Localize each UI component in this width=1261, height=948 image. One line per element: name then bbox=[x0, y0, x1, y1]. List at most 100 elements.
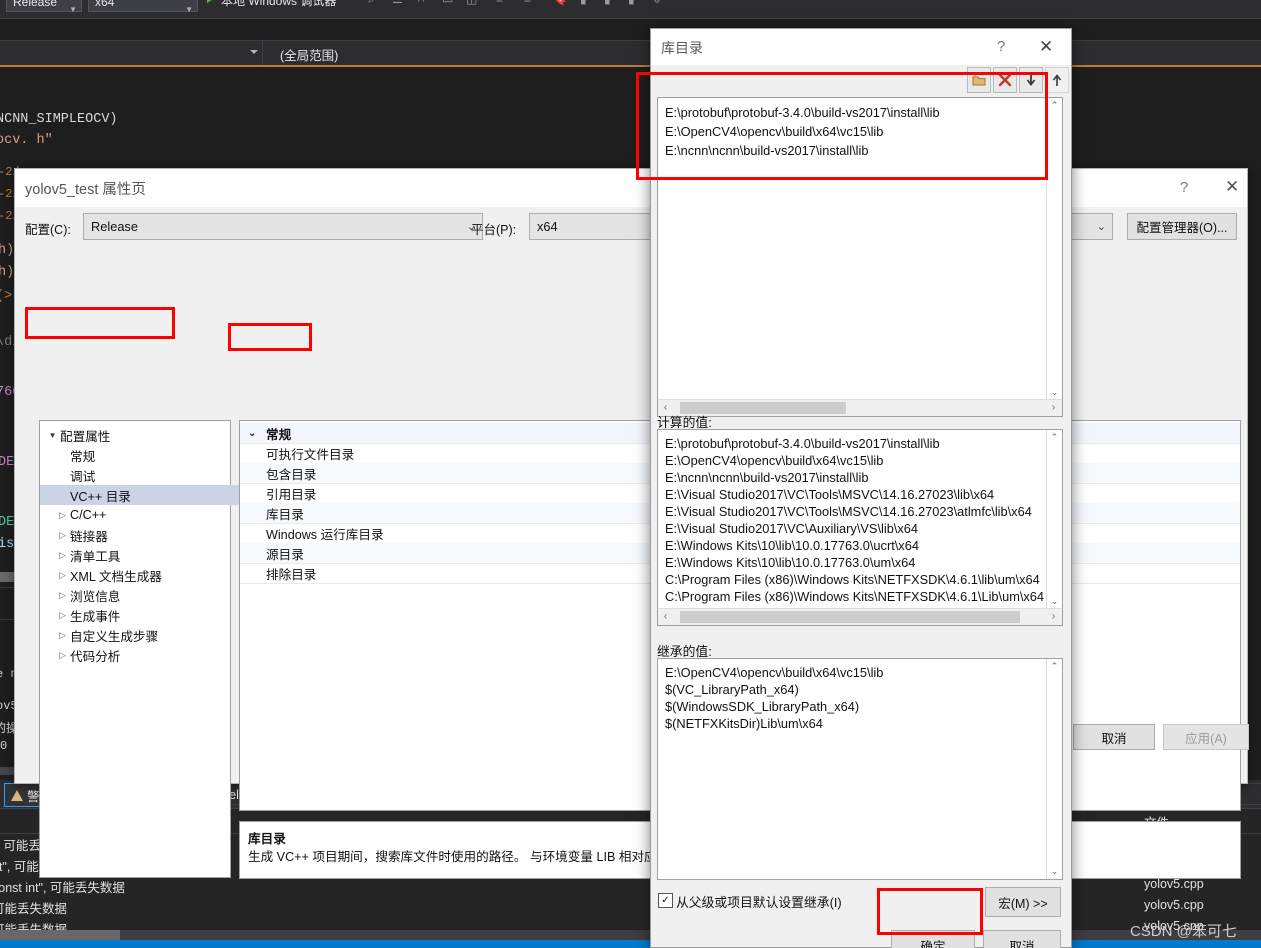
scroll-up-icon[interactable]: ⌃ bbox=[1047, 98, 1062, 113]
platform-toolbar-combo[interactable]: x64 ▼ bbox=[88, 0, 198, 14]
list-item: E:\OpenCV4\opencv\build\x64\vc15\lib bbox=[665, 453, 884, 468]
tree-item-custom-build-step[interactable]: ▷ 自定义生成步骤 bbox=[40, 625, 248, 645]
scroll-thumb[interactable] bbox=[680, 611, 1020, 623]
ok-button[interactable]: 确定 bbox=[891, 930, 975, 948]
scroll-left-icon[interactable]: ‹ bbox=[658, 609, 673, 624]
chevron-down-icon: ▼ bbox=[69, 5, 77, 14]
help-icon[interactable]: ? bbox=[997, 38, 1005, 55]
scroll-down-icon[interactable]: ⌄ bbox=[1047, 594, 1062, 609]
tree-item-xml-doc-generator[interactable]: ▷ XML 文档生成器 bbox=[40, 565, 248, 585]
code-fragment: is bbox=[0, 537, 15, 552]
bookmark-prev-icon[interactable]: ▮ bbox=[604, 0, 611, 6]
computed-vscrollbar[interactable]: ⌃ ⌄ bbox=[1046, 430, 1062, 625]
tree-item-label: VC++ 目录 bbox=[70, 489, 131, 504]
more-toolbar-icon[interactable]: ⇩ bbox=[652, 0, 662, 6]
window-icon[interactable]: ▭ bbox=[442, 0, 453, 6]
indent-icon[interactable]: ≡ bbox=[496, 0, 503, 6]
entries-hscrollbar[interactable]: ‹ › bbox=[658, 399, 1062, 416]
scroll-down-icon[interactable]: ⌄ bbox=[1047, 864, 1062, 879]
split-icon[interactable]: ◫ bbox=[466, 0, 477, 6]
list-icon[interactable]: ☰ bbox=[392, 0, 403, 6]
inherit-checkbox-label: 从父级或项目默认设置继承(I) bbox=[676, 895, 842, 910]
tree-item-label: 生成事件 bbox=[70, 609, 121, 624]
bookmark-icon[interactable]: 🔖 bbox=[552, 0, 567, 6]
tree-item-general[interactable]: 常规 bbox=[40, 445, 260, 465]
grid-row-name: 常规 bbox=[266, 427, 292, 442]
library-dialog-toolbar bbox=[657, 67, 1069, 95]
apply-button[interactable]: 应用(A) bbox=[1163, 724, 1249, 750]
cancel-button[interactable]: 取消 bbox=[983, 930, 1061, 948]
bookmark-clear-icon[interactable]: ▮ bbox=[628, 0, 635, 6]
dots-icon[interactable]: ⁙ bbox=[416, 0, 426, 6]
tree-item-label: 清单工具 bbox=[70, 549, 121, 564]
code-fragment: h) bbox=[0, 265, 15, 280]
tree-item-label: 链接器 bbox=[70, 529, 108, 544]
config-toolbar-combo[interactable]: Release ▼ bbox=[6, 0, 82, 14]
tree-item-browse-information[interactable]: ▷ 浏览信息 bbox=[40, 585, 248, 605]
bookmark-next-icon[interactable]: ▮ bbox=[580, 0, 587, 6]
inherited-values-list[interactable]: E:\OpenCV4\opencv\build\x64\vc15\lib $(V… bbox=[657, 658, 1063, 880]
macro-button[interactable]: 宏(M) >> bbox=[985, 887, 1061, 917]
list-item[interactable]: E:\ncnn\ncnn\build-vs2017\install\lib bbox=[665, 143, 868, 158]
tree-item-c-cpp[interactable]: ▷ C/C++ bbox=[40, 505, 248, 525]
arrow-down-glyph bbox=[1026, 74, 1036, 86]
scroll-up-icon[interactable]: ⌃ bbox=[1047, 659, 1062, 674]
list-item[interactable]: E:\protobuf\protobuf-3.4.0\build-vs2017\… bbox=[665, 105, 940, 120]
config-manager-button[interactable]: 配置管理器(O)... bbox=[1127, 213, 1237, 240]
close-icon[interactable]: ✕ bbox=[1039, 37, 1053, 57]
error-file: yolov5.cpp bbox=[1144, 898, 1204, 912]
tree-item-linker[interactable]: ▷ 链接器 bbox=[40, 525, 248, 545]
scroll-right-icon[interactable]: › bbox=[1046, 400, 1061, 415]
tree-item-vcpp-directories[interactable]: VC++ 目录 bbox=[40, 485, 260, 505]
grid-row-name: Windows 运行库目录 bbox=[266, 527, 384, 542]
config-combo[interactable]: Release ⌄ bbox=[83, 213, 483, 240]
tree-item-code-analysis[interactable]: ▷ 代码分析 bbox=[40, 645, 248, 665]
error-file: yolov5.cpp bbox=[1144, 877, 1204, 891]
run-play-icon[interactable] bbox=[207, 0, 215, 3]
scroll-down-icon[interactable]: ⌄ bbox=[1047, 385, 1062, 400]
grid-row-name: 库目录 bbox=[266, 507, 304, 522]
list-item: $(WindowsSDK_LibraryPath_x64) bbox=[665, 699, 860, 714]
grid-row-name: 源目录 bbox=[266, 547, 304, 562]
config-combo-value: Release bbox=[91, 219, 138, 234]
inherit-checkbox[interactable]: ✓ bbox=[658, 893, 673, 908]
navbar-scope-label: (全局范围) bbox=[280, 49, 339, 63]
help-icon[interactable]: ? bbox=[1180, 179, 1188, 196]
grid-row-name: 引用目录 bbox=[266, 487, 317, 502]
warning-triangle-icon bbox=[11, 789, 23, 801]
description-title: 库目录 bbox=[248, 832, 286, 846]
config-label: 配置(C): bbox=[25, 223, 71, 237]
code-fragment: DE bbox=[0, 515, 15, 530]
arrow-up-icon[interactable] bbox=[1045, 67, 1069, 93]
library-entries-list[interactable]: E:\protobuf\protobuf-3.4.0\build-vs2017\… bbox=[657, 97, 1063, 417]
arrow-down-icon[interactable] bbox=[1019, 67, 1043, 93]
navbar-type-dropdown[interactable] bbox=[0, 41, 263, 65]
chevron-down-icon: ⌄ bbox=[248, 427, 257, 439]
property-tree[interactable]: ▾ 配置属性 常规 调试 VC++ 目录 ▷ C/C++ ▷ 链接器 ▷ 清单工… bbox=[39, 420, 260, 878]
tree-item-manifest-tool[interactable]: ▷ 清单工具 bbox=[40, 545, 248, 565]
new-folder-icon[interactable] bbox=[967, 67, 991, 93]
scroll-thumb[interactable] bbox=[0, 930, 120, 940]
cancel-button[interactable]: 取消 bbox=[1073, 724, 1155, 750]
list-item: $(NETFXKitsDir)Lib\um\x64 bbox=[665, 716, 823, 731]
scroll-right-icon[interactable]: › bbox=[1046, 609, 1061, 624]
grid-row-name: 排除目录 bbox=[266, 567, 317, 582]
entries-vscrollbar[interactable]: ⌃ ⌄ bbox=[1046, 98, 1062, 416]
computed-hscrollbar[interactable]: ‹ › bbox=[658, 608, 1062, 625]
run-debugger-label[interactable]: 本地 Windows 调试器 bbox=[221, 0, 336, 9]
outdent-icon[interactable]: ≡ bbox=[524, 0, 531, 6]
delete-x-icon[interactable] bbox=[993, 67, 1017, 93]
tree-item-debug[interactable]: 调试 bbox=[40, 465, 260, 485]
tree-item-configuration-properties[interactable]: ▾ 配置属性 bbox=[40, 425, 238, 445]
code-fragment: NCNN_SIMPLEOCV) bbox=[0, 112, 118, 127]
scroll-up-icon[interactable]: ⌃ bbox=[1047, 430, 1062, 445]
computed-values-list[interactable]: E:\protobuf\protobuf-3.4.0\build-vs2017\… bbox=[657, 429, 1063, 626]
triangle-right-icon: ▷ bbox=[59, 529, 66, 540]
code-fragment: h) bbox=[0, 243, 15, 258]
tree-item-build-events[interactable]: ▷ 生成事件 bbox=[40, 605, 248, 625]
list-item: C:\Program Files (x86)\Windows Kits\NETF… bbox=[665, 589, 1045, 604]
list-item[interactable]: E:\OpenCV4\opencv\build\x64\vc15\lib bbox=[665, 124, 883, 139]
find-icon[interactable]: ⌕ bbox=[368, 0, 375, 7]
inherited-vscrollbar[interactable]: ⌃ ⌄ bbox=[1046, 659, 1062, 879]
close-icon[interactable]: ✕ bbox=[1225, 177, 1239, 197]
